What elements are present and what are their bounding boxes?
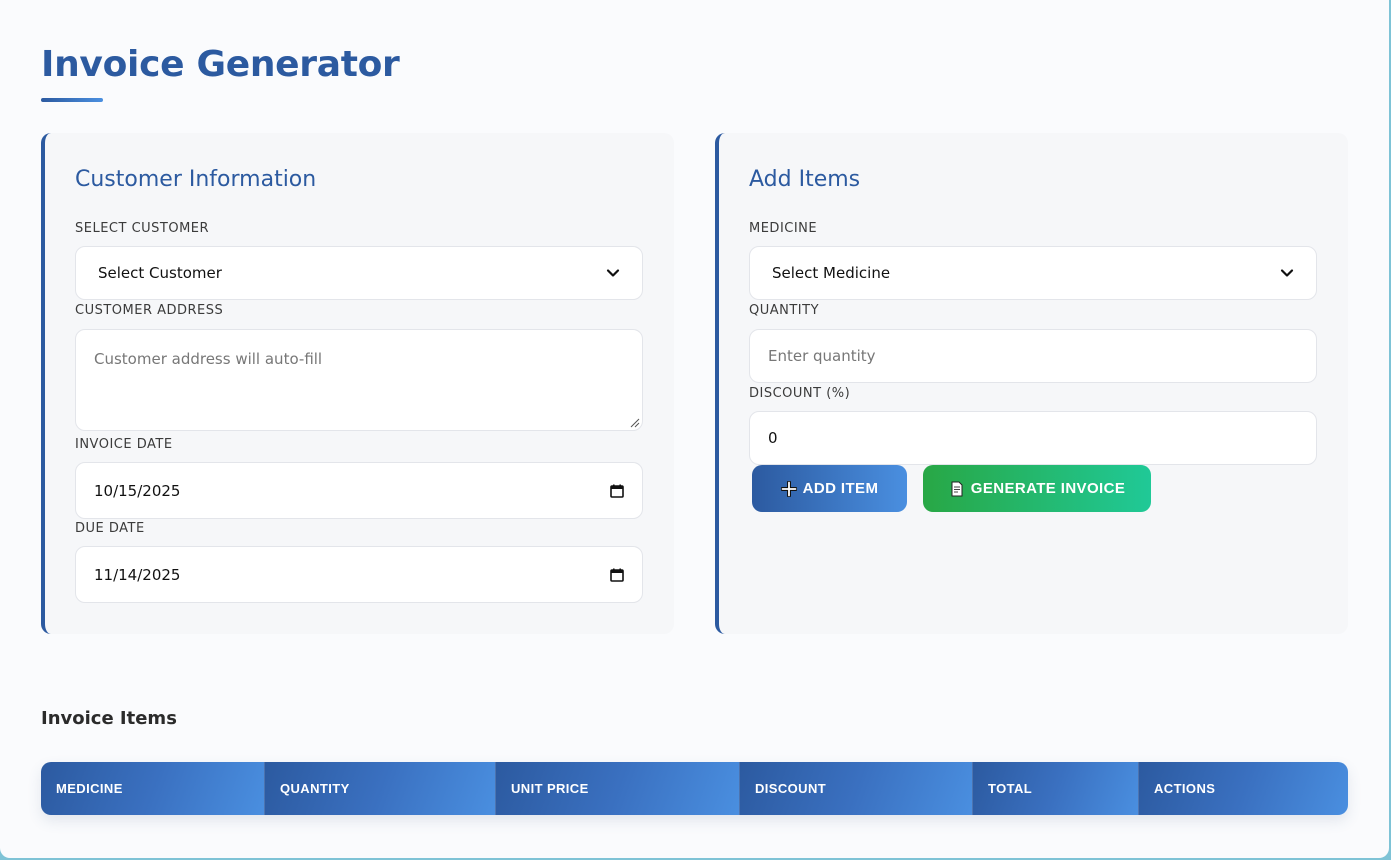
column-header-unit-price: UNIT PRICE (496, 762, 740, 815)
invoice-date-value: 10/15/2025 (94, 481, 181, 500)
customer-information-card: Customer Information SELECT CUSTOMER Sel… (41, 133, 674, 634)
customer-address-placeholder: Customer address will auto-fill (94, 350, 323, 368)
add-item-label: ADD ITEM (802, 480, 879, 497)
calendar-icon[interactable] (610, 568, 624, 582)
medicine-label: MEDICINE (749, 221, 818, 236)
discount-value: 0 (768, 429, 778, 447)
column-header-discount: DISCOUNT (740, 762, 973, 815)
add-items-card-title: Add Items (749, 167, 861, 192)
customer-select[interactable]: Select Customer (75, 246, 643, 300)
chevron-down-icon (606, 269, 620, 277)
generate-invoice-button[interactable]: GENERATE INVOICE (923, 465, 1151, 512)
customer-address-field[interactable]: Customer address will auto-fill (75, 329, 643, 431)
quantity-placeholder: Enter quantity (768, 347, 876, 365)
invoice-date-label: INVOICE DATE (75, 437, 173, 452)
page-title: Invoice Generator (41, 44, 400, 85)
due-date-label: DUE DATE (75, 521, 145, 536)
title-underline (41, 98, 103, 102)
chevron-down-icon (1280, 269, 1294, 277)
discount-input[interactable]: 0 (749, 411, 1317, 465)
invoice-items-title: Invoice Items (41, 708, 177, 729)
customer-card-title: Customer Information (75, 167, 317, 192)
generate-invoice-label: GENERATE INVOICE (970, 480, 1126, 497)
add-item-button[interactable]: ADD ITEM (752, 465, 907, 512)
invoice-items-table-header: MEDICINE QUANTITY UNIT PRICE DISCOUNT TO… (41, 762, 1348, 815)
customer-address-label: CUSTOMER ADDRESS (75, 303, 224, 318)
column-header-quantity: QUANTITY (265, 762, 496, 815)
column-header-medicine: MEDICINE (41, 762, 265, 815)
column-header-actions: ACTIONS (1139, 762, 1348, 815)
customer-select-value: Select Customer (98, 264, 222, 282)
add-items-card: Add Items MEDICINE Select Medicine QUANT… (715, 133, 1348, 634)
plus-icon (780, 480, 797, 497)
quantity-input[interactable]: Enter quantity (749, 329, 1317, 383)
resize-handle-icon[interactable] (630, 418, 640, 428)
invoice-date-input[interactable]: 10/15/2025 (75, 462, 643, 519)
due-date-value: 11/14/2025 (94, 565, 181, 584)
discount-label: DISCOUNT (%) (749, 386, 851, 401)
calendar-icon[interactable] (610, 484, 624, 498)
medicine-select-value: Select Medicine (772, 264, 891, 282)
select-customer-label: SELECT CUSTOMER (75, 221, 210, 236)
invoice-page: Invoice Generator Customer Information S… (0, 0, 1389, 858)
column-header-total: TOTAL (973, 762, 1139, 815)
document-icon (951, 481, 963, 496)
quantity-label: QUANTITY (749, 303, 820, 318)
medicine-select[interactable]: Select Medicine (749, 246, 1317, 300)
due-date-input[interactable]: 11/14/2025 (75, 546, 643, 603)
